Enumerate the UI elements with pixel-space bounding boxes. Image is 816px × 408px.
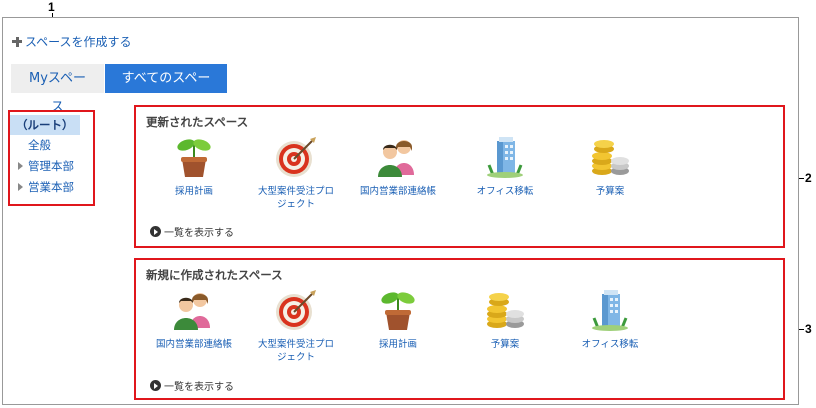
tab-my-spaces[interactable]: Myスペース xyxy=(11,64,104,115)
coins-icon xyxy=(588,135,632,179)
space-item[interactable]: 大型案件受注プロジェクト xyxy=(248,288,344,364)
expand-triangle-icon[interactable] xyxy=(18,162,23,170)
circle-arrow-icon xyxy=(150,380,161,391)
space-label: オフィス移転 xyxy=(581,339,639,350)
circle-arrow-icon xyxy=(150,226,161,237)
space-item[interactable]: 大型案件受注プロジェクト xyxy=(248,135,344,211)
show-all-link[interactable]: 一覧を表示する xyxy=(150,224,234,239)
callout-2: 2 xyxy=(805,171,812,185)
tree-item-admin[interactable]: 管理本部 xyxy=(18,158,74,174)
space-label: 採用計画 xyxy=(174,186,213,197)
show-all-label: 一覧を表示する xyxy=(164,382,234,393)
new-spaces-section: 新規に作成されたスペース 国内営業部連絡帳 大型案件受注プロジェクト 採用計画 … xyxy=(134,258,785,400)
people-icon xyxy=(172,288,216,332)
section-title: 更新されたスペース xyxy=(146,115,249,129)
tree-item-root[interactable]: （ルート） xyxy=(10,115,80,135)
space-label: 国内営業部連絡帳 xyxy=(359,186,436,197)
updated-spaces-section: 更新されたスペース 採用計画 大型案件受注プロジェクト 国内営業部連絡帳 オフィ… xyxy=(134,105,785,248)
space-item[interactable]: 予算案 xyxy=(457,288,553,351)
expand-triangle-icon[interactable] xyxy=(18,183,23,191)
space-item[interactable]: 国内営業部連絡帳 xyxy=(350,135,446,198)
show-all-label: 一覧を表示する xyxy=(164,228,234,239)
space-item[interactable]: 採用計画 xyxy=(146,135,242,198)
space-label: 予算案 xyxy=(595,186,625,197)
space-label: 予算案 xyxy=(490,339,520,350)
space-item[interactable]: オフィス移転 xyxy=(457,135,553,198)
target-icon xyxy=(274,288,318,332)
space-item[interactable]: 予算案 xyxy=(562,135,658,198)
create-space-label: スペースを作成する xyxy=(25,35,132,49)
target-icon xyxy=(274,135,318,179)
space-label: 採用計画 xyxy=(378,339,417,350)
callout-3: 3 xyxy=(805,322,812,336)
space-tabs: Myスペース すべてのスペース xyxy=(11,64,227,115)
people-icon xyxy=(376,135,420,179)
section-title: 新規に作成されたスペース xyxy=(146,268,283,282)
plus-icon xyxy=(12,36,22,47)
callout-1: 1 xyxy=(48,0,55,14)
space-label: オフィス移転 xyxy=(476,186,534,197)
space-label: 国内営業部連絡帳 xyxy=(155,339,232,350)
tab-all-spaces[interactable]: すべてのスペース xyxy=(105,64,227,115)
show-all-link[interactable]: 一覧を表示する xyxy=(150,378,234,393)
plant-icon xyxy=(376,288,420,332)
tree-item-label: 営業本部 xyxy=(28,180,74,194)
space-label: 大型案件受注プロジェクト xyxy=(257,186,334,210)
plant-icon xyxy=(172,135,216,179)
tree-item-label: 全般 xyxy=(28,138,51,152)
space-item[interactable]: オフィス移転 xyxy=(562,288,658,351)
create-space-link[interactable]: スペースを作成する xyxy=(12,33,132,50)
space-item[interactable]: 国内営業部連絡帳 xyxy=(146,288,242,351)
tree-item-label: 管理本部 xyxy=(28,159,74,173)
building-icon xyxy=(483,135,527,179)
tree-item-sales[interactable]: 営業本部 xyxy=(18,179,74,195)
tree-item-general[interactable]: 全般 xyxy=(28,137,51,153)
building-icon xyxy=(588,288,632,332)
space-item[interactable]: 採用計画 xyxy=(350,288,446,351)
coins-icon xyxy=(483,288,527,332)
space-label: 大型案件受注プロジェクト xyxy=(257,339,334,363)
